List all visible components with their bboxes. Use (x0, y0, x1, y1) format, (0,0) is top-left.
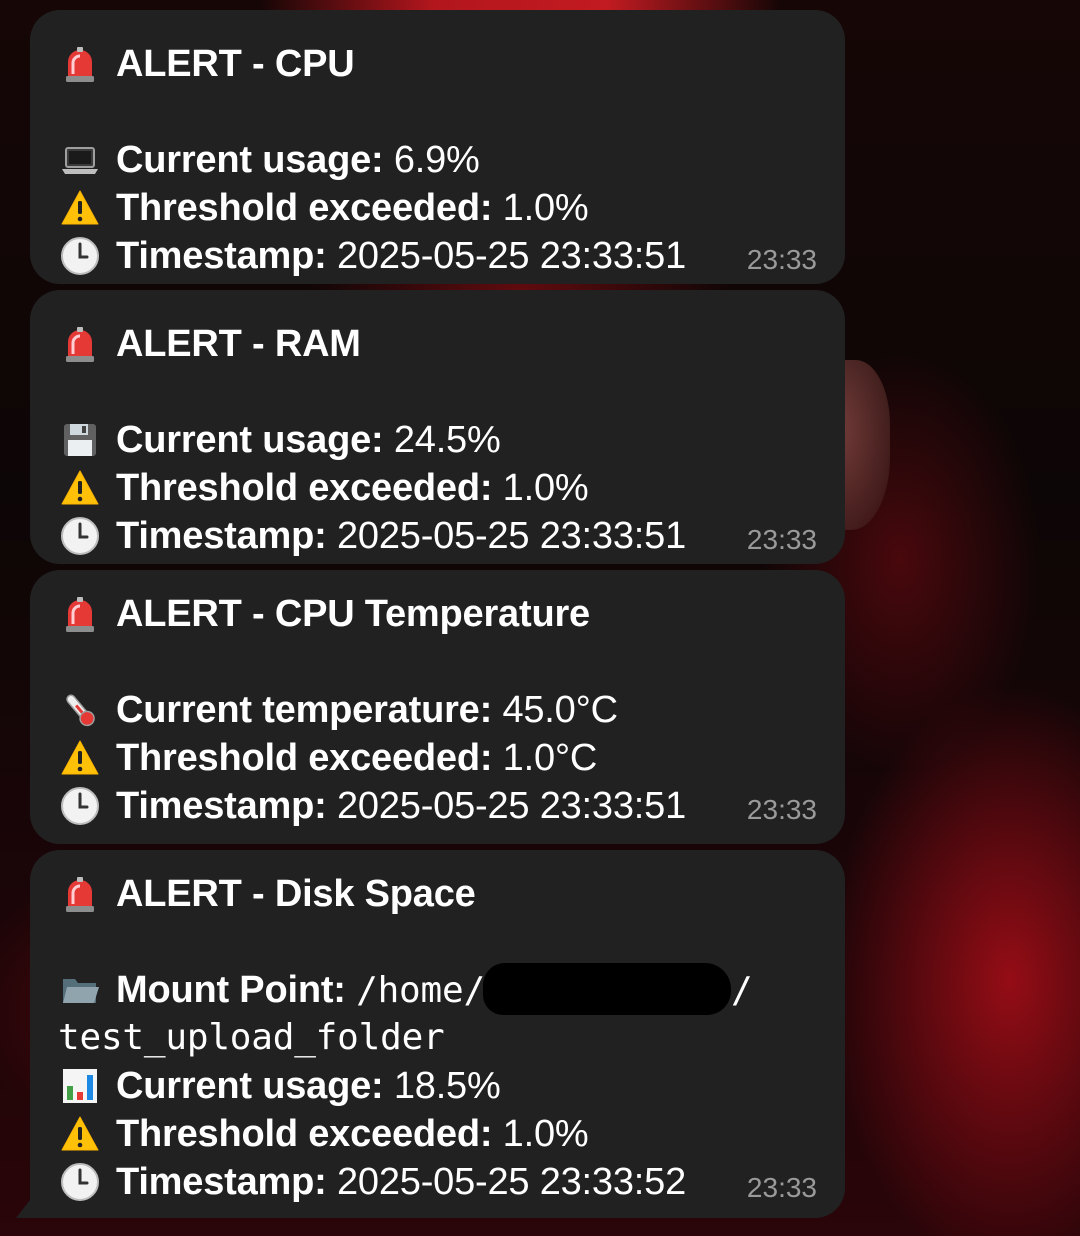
bar-chart-icon (58, 1062, 106, 1110)
usage-line: Current usage: 18.5% (58, 1062, 501, 1110)
warning-icon (58, 1110, 106, 1158)
message-title: ALERT - CPU Temperature (58, 590, 590, 638)
timestamp-line: Timestamp: 2025-05-25 23:33:51 (58, 232, 686, 280)
message-bubble-ram[interactable]: ALERT - RAM Current usage: 24.5% Thresho… (30, 290, 845, 564)
thermometer-icon (58, 686, 106, 734)
clock-icon (58, 232, 106, 280)
rotating-light-icon (58, 40, 106, 88)
folder-icon (58, 966, 106, 1014)
message-time: 23:33 (746, 1172, 817, 1203)
threshold-line: Threshold exceeded: 1.0% (58, 1110, 589, 1158)
message-title: ALERT - Disk Space (58, 870, 476, 918)
warning-icon (58, 184, 106, 232)
message-title: ALERT - RAM (58, 320, 361, 368)
usage-line: Current usage: 24.5% (58, 416, 501, 464)
message-time: 23:33 (746, 794, 817, 825)
usage-line: Current usage: 6.9% (58, 136, 480, 184)
timestamp-line: Timestamp: 2025-05-25 23:33:51 (58, 782, 686, 830)
threshold-line: Threshold exceeded: 1.0% (58, 464, 589, 512)
warning-icon (58, 464, 106, 512)
temperature-line: Current temperature: 45.0°C (58, 686, 618, 734)
clock-icon (58, 782, 106, 830)
mount-point-line: Mount Point: /home// (58, 962, 753, 1015)
message-bubble-disk-space[interactable]: ALERT - Disk Space Mount Point: /home// … (16, 850, 845, 1218)
rotating-light-icon (58, 320, 106, 368)
threshold-line: Threshold exceeded: 1.0°C (58, 734, 597, 782)
laptop-icon (58, 136, 106, 184)
rotating-light-icon (58, 590, 106, 638)
message-title: ALERT - CPU (58, 40, 355, 88)
clock-icon (58, 512, 106, 560)
timestamp-line: Timestamp: 2025-05-25 23:33:51 (58, 512, 686, 560)
wallpaper-accent (260, 0, 780, 10)
message-bubble-cpu-temperature[interactable]: ALERT - CPU Temperature Current temperat… (30, 570, 845, 844)
redacted-username (482, 962, 731, 1015)
rotating-light-icon (58, 870, 106, 918)
warning-icon (58, 734, 106, 782)
mount-path: /home/ (356, 970, 485, 1011)
message-time: 23:33 (746, 524, 817, 555)
threshold-line: Threshold exceeded: 1.0% (58, 184, 589, 232)
message-bubble-cpu[interactable]: ALERT - CPU Current usage: 6.9% Threshol… (30, 10, 845, 284)
mount-path-continuation: test_upload_folder (58, 1017, 445, 1058)
clock-icon (58, 1158, 106, 1206)
floppy-disk-icon (58, 416, 106, 464)
timestamp-line: Timestamp: 2025-05-25 23:33:52 (58, 1158, 686, 1206)
message-time: 23:33 (746, 244, 817, 275)
